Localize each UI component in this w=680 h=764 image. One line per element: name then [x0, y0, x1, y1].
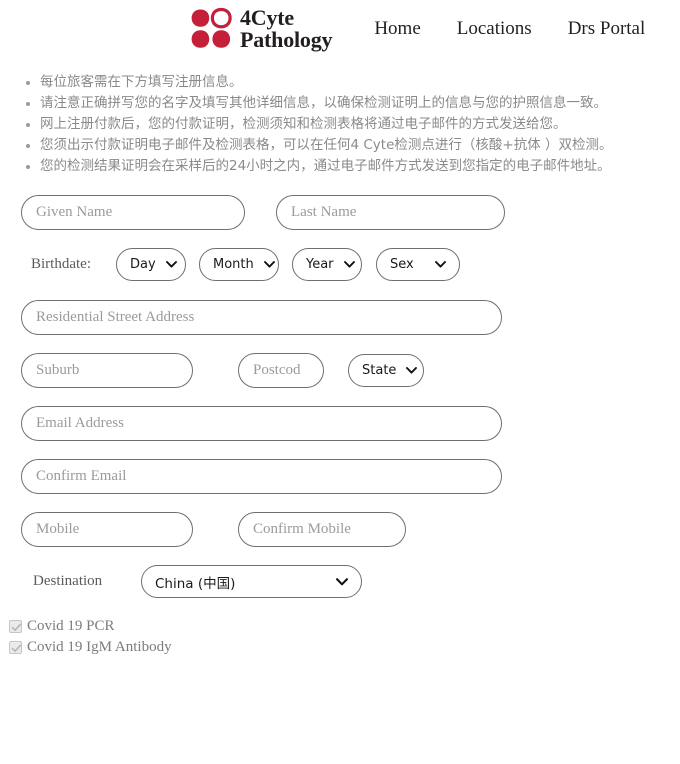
confirm-mobile-input[interactable]: [238, 512, 406, 547]
chevron-down-icon: [425, 261, 446, 268]
list-item: 您的检测结果证明会在采样后的24小时之内，通过电子邮件方式发送到您指定的电子邮件…: [26, 156, 680, 177]
test-option-igm[interactable]: Covid 19 IgM Antibody: [9, 637, 680, 658]
street-address-row: [0, 300, 680, 335]
chevron-down-icon: [334, 261, 355, 268]
chevron-down-icon: [326, 577, 348, 586]
day-select-value: Day: [130, 257, 156, 272]
birthdate-row: Birthdate: Day Month Year Sex: [0, 248, 680, 281]
destination-select-value: China (中国): [155, 575, 236, 592]
test-option-pcr[interactable]: Covid 19 PCR: [9, 616, 680, 637]
state-select-value: State: [362, 363, 397, 378]
given-name-input[interactable]: [21, 195, 245, 230]
year-select[interactable]: Year: [292, 248, 362, 281]
brand-logo[interactable]: 4Cyte Pathology: [190, 5, 333, 52]
email-row: [0, 406, 680, 441]
name-row: [0, 195, 680, 230]
test-option-label: Covid 19 PCR: [27, 618, 115, 634]
test-options: Covid 19 PCR Covid 19 IgM Antibody: [0, 616, 680, 658]
chevron-down-icon: [396, 367, 418, 374]
birthdate-label: Birthdate:: [31, 256, 91, 272]
confirm-email-input[interactable]: [21, 459, 502, 494]
nav-link-drs-portal[interactable]: Drs Portal: [568, 18, 646, 40]
list-item: 请注意正确拼写您的名字及填写其他详细信息，以确保检测证明上的信息与您的护照信息一…: [26, 93, 680, 114]
month-select[interactable]: Month: [199, 248, 279, 281]
suburb-input[interactable]: [21, 353, 193, 388]
chevron-down-icon: [156, 261, 177, 268]
instructions-list: 每位旅客需在下方填写注册信息。 请注意正确拼写您的名字及填写其他详细信息，以确保…: [0, 72, 680, 177]
list-item: 网上注册付款后，您的付款证明，检测须知和检测表格将通过电子邮件的方式发送给您。: [26, 114, 680, 135]
email-input[interactable]: [21, 406, 502, 441]
suburb-row: State: [0, 353, 680, 388]
site-header: 4Cyte Pathology Home Locations Drs Porta…: [0, 0, 680, 58]
last-name-input[interactable]: [276, 195, 505, 230]
street-address-input[interactable]: [21, 300, 502, 335]
day-select[interactable]: Day: [116, 248, 186, 281]
destination-label: Destination: [33, 573, 103, 589]
mobile-row: [0, 512, 680, 547]
test-option-label: Covid 19 IgM Antibody: [27, 639, 172, 655]
list-item: 每位旅客需在下方填写注册信息。: [26, 72, 680, 93]
checkbox-checked-icon[interactable]: [9, 620, 22, 633]
sex-select-value: Sex: [390, 257, 414, 272]
checkbox-checked-icon[interactable]: [9, 641, 22, 654]
state-select[interactable]: State: [348, 354, 424, 387]
registration-form: Birthdate: Day Month Year Sex: [0, 177, 680, 658]
clover-logo-icon: [191, 7, 232, 48]
brand-line-1: 4Cyte: [240, 5, 294, 31]
year-select-value: Year: [306, 257, 334, 272]
chevron-down-icon: [254, 261, 275, 268]
list-item: 您须出示付款证明电子邮件及检测表格，可以在任何4 Cyte检测点进行（核酸+抗体…: [26, 135, 680, 156]
mobile-input[interactable]: [21, 512, 193, 547]
postcode-input[interactable]: [238, 353, 324, 388]
destination-select[interactable]: China (中国): [141, 565, 362, 598]
destination-row: Destination China (中国): [0, 565, 680, 598]
nav-link-locations[interactable]: Locations: [457, 18, 532, 40]
main-nav: Home Locations Drs Portal: [374, 18, 645, 40]
sex-select[interactable]: Sex: [376, 248, 460, 281]
nav-link-home[interactable]: Home: [374, 18, 420, 40]
confirm-email-row: [0, 459, 680, 494]
brand-line-2: Pathology: [240, 27, 333, 52]
month-select-value: Month: [213, 257, 254, 272]
brand-wordmark: 4Cyte Pathology: [240, 5, 333, 52]
